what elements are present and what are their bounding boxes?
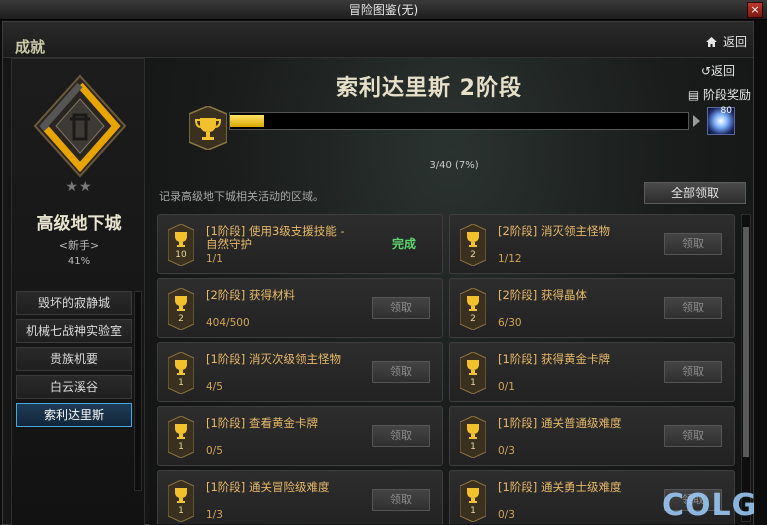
stage-return-button[interactable]: ↺返回	[701, 62, 735, 79]
achievement-name: [2阶段] 获得材料	[206, 288, 295, 302]
trophy-badge-icon: 2	[460, 288, 486, 330]
claim-button[interactable]: 领取	[372, 297, 430, 319]
stage-reward-label: 阶段奖励	[702, 88, 751, 102]
achievement-name: [2阶段] 消灭领主怪物	[498, 224, 610, 238]
trophy-badge-icon: 10	[168, 224, 194, 266]
claim-button[interactable]: 领取	[664, 297, 722, 319]
trophy-icon	[189, 106, 227, 150]
dungeon-emblem-icon	[33, 74, 127, 178]
achievement-count: 0/1	[498, 381, 515, 393]
complete-status: 完成	[391, 237, 416, 251]
achievement-count: 1/12	[498, 253, 522, 265]
dungeon-panel: ★★ 高级地下城 <新手> 41% 毁坏的寂静城 机械七战神实验室 贵族机要 白…	[11, 58, 145, 525]
claim-button[interactable]: 领取	[664, 233, 722, 255]
reward-list-icon: ▤	[687, 88, 703, 102]
nav-item[interactable]: 机械七战神实验室	[16, 319, 132, 343]
achievement-card: 1 [1阶段] 通关冒险级难度 1/3 领取	[157, 470, 443, 524]
trophy-badge-icon: 1	[168, 352, 194, 394]
progress-text: 3/40 (7%)	[429, 160, 479, 171]
achievement-name: [1阶段] 通关勇士级难度	[498, 480, 622, 494]
nav-scrollbar[interactable]	[134, 291, 142, 491]
nav-item-active[interactable]: 索利达里斯	[16, 403, 132, 427]
reward-item-icon[interactable]: 80	[707, 106, 735, 135]
badge-number: 2	[470, 250, 476, 260]
achievement-card: 1 [1阶段] 查看黄金卡牌 0/5 领取	[157, 406, 443, 466]
achievement-count: 1/3	[206, 509, 223, 521]
claim-button[interactable]: 领取	[372, 489, 430, 511]
reward-count: 80	[720, 106, 732, 116]
achievement-name: [1阶段] 查看黄金卡牌	[206, 416, 318, 430]
achievement-name: [1阶段] 通关冒险级难度	[206, 480, 330, 494]
claim-button[interactable]: 领取	[664, 361, 722, 383]
trophy-badge-icon: 2	[168, 288, 194, 330]
trophy-badge-icon: 1	[460, 416, 486, 458]
window-titlebar: 冒险图鉴(无) ×	[0, 0, 767, 20]
badge-number: 1	[470, 442, 476, 452]
trophy-badge-icon: 1	[168, 416, 194, 458]
achievement-card: 1 [1阶段] 通关普通级难度 0/3 领取	[449, 406, 735, 466]
claim-button[interactable]: 领取	[664, 425, 722, 447]
achievement-card: 1 [1阶段] 消灭次级领主怪物 4/5 领取	[157, 342, 443, 402]
badge-number: 1	[178, 378, 184, 388]
stage-progress-bar	[229, 112, 689, 130]
badge-number: 1	[470, 506, 476, 516]
badge-number: 2	[470, 314, 476, 324]
watermark-logo: COLG	[662, 488, 758, 523]
badge-number: 1	[178, 506, 184, 516]
achievement-card: 2 [2阶段] 获得晶体 6/30 领取	[449, 278, 735, 338]
header: 成就 返回	[3, 22, 753, 58]
achievement-card: 2 [2阶段] 获得材料 404/500 领取	[157, 278, 443, 338]
arrow-right-icon	[693, 115, 700, 127]
achievement-count: 0/3	[498, 445, 515, 457]
achievement-name: [2阶段] 获得晶体	[498, 288, 587, 302]
back-label: 返回	[722, 35, 747, 49]
stage-description: 记录高级地下城相关活动的区域。	[159, 190, 324, 203]
achievement-count: 4/5	[206, 381, 223, 393]
achievement-window: 成就 返回 ★★ 高级地下城 <新手> 41% 毁坏的寂静城 机械七战神实验室 …	[2, 21, 754, 525]
trophy-badge-icon: 2	[460, 224, 486, 266]
dungeon-name: 高级地下城	[36, 214, 122, 234]
trophy-badge-icon: 1	[168, 480, 194, 522]
achievement-card: 1 [1阶段] 获得黄金卡牌 0/1 领取	[449, 342, 735, 402]
nav-item[interactable]: 毁坏的寂静城	[16, 291, 132, 315]
achievement-name: [1阶段] 通关普通级难度	[498, 416, 622, 430]
achievement-card: 2 [2阶段] 消灭领主怪物 1/12 领取	[449, 214, 735, 274]
achievement-scrollbar[interactable]	[741, 214, 751, 522]
badge-number: 10	[175, 250, 187, 260]
difficulty-stars: ★★	[65, 179, 93, 195]
trophy-badge-icon: 1	[460, 480, 486, 522]
nav-item[interactable]: 白云溪谷	[16, 375, 132, 399]
stage-title: 索利达里斯 2阶段	[336, 76, 522, 101]
achievement-count: 0/3	[498, 509, 515, 521]
badge-number: 2	[178, 314, 184, 324]
achievement-count: 1/1	[206, 253, 223, 265]
achievement-name: [1阶段] 获得黄金卡牌	[498, 352, 610, 366]
achievement-card: 10 [1阶段] 使用3级支援技能 - 自然守护 1/1 完成	[157, 214, 443, 274]
badge-number: 1	[178, 442, 184, 452]
nav-item[interactable]: 贵族机要	[16, 347, 132, 371]
dungeon-nav-list: 毁坏的寂静城 机械七战神实验室 贵族机要 白云溪谷 索利达里斯	[16, 291, 132, 431]
stage-progress-fill	[230, 115, 265, 127]
claim-button[interactable]: 领取	[372, 361, 430, 383]
achievement-name: [1阶段] 使用3级支援技能 - 自然守护	[206, 224, 345, 251]
page-title: 成就	[15, 38, 46, 56]
window-title: 冒险图鉴(无)	[348, 3, 419, 17]
stage-reward-button[interactable]: ▤ 阶段奖励	[688, 86, 751, 103]
scrollbar-thumb[interactable]	[743, 227, 749, 457]
trophy-badge-icon: 1	[460, 352, 486, 394]
back-button[interactable]: 返回	[705, 33, 747, 50]
achievement-count: 0/5	[206, 445, 223, 457]
dungeon-percent: 41%	[67, 256, 91, 267]
main-panel: 索利达里斯 2阶段 ↺返回 ▤ 阶段奖励 80 3/40 (7%) 记录高级地下…	[149, 58, 753, 525]
dungeon-level: <新手>	[58, 239, 100, 252]
achievement-grid: 10 [1阶段] 使用3级支援技能 - 自然守护 1/1 完成 2 [2阶段] 消灭领主怪…	[157, 214, 737, 524]
claim-all-button[interactable]: 全部领取	[644, 182, 746, 204]
achievement-name: [1阶段] 消灭次级领主怪物	[206, 352, 341, 366]
home-icon	[705, 37, 717, 47]
claim-button[interactable]: 领取	[372, 425, 430, 447]
close-icon[interactable]: ×	[747, 2, 763, 18]
achievement-count: 404/500	[206, 317, 250, 329]
badge-number: 1	[470, 378, 476, 388]
achievement-count: 6/30	[498, 317, 522, 329]
